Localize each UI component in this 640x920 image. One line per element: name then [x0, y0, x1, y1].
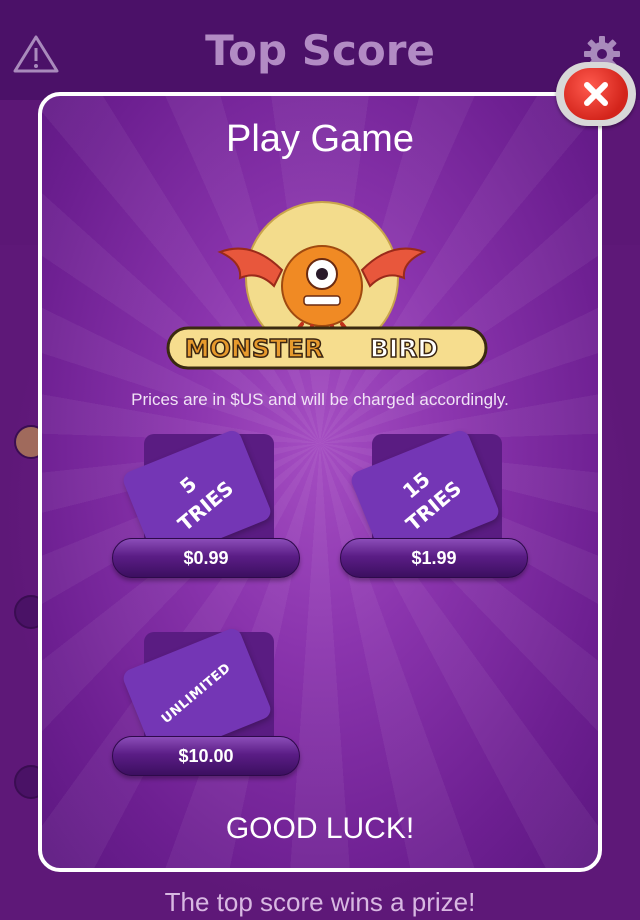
close-button[interactable] [556, 62, 636, 126]
price-button-0-99[interactable]: $0.99 [112, 538, 300, 578]
logo-text-monster: MONSTER [185, 334, 323, 363]
play-game-modal: Play Game MONSTER BIRD Prices are in $US… [38, 92, 602, 872]
package-5-tries[interactable]: 5 TRIES $0.99 [112, 427, 312, 594]
prices-note: Prices are in $US and will be charged ac… [131, 390, 509, 409]
monster-bird-logo: MONSTER BIRD [166, 201, 488, 370]
logo-text-bird: BIRD [370, 334, 438, 363]
price-button-1-99[interactable]: $1.99 [340, 538, 528, 578]
modal-title: Play Game [226, 118, 414, 160]
tries-label: UNLIMITED [159, 660, 235, 727]
close-icon [564, 68, 628, 120]
package-15-tries[interactable]: 15 TRIES $1.99 [340, 427, 540, 594]
price-button-10-00[interactable]: $10.00 [112, 736, 300, 776]
warning-icon[interactable] [12, 34, 60, 74]
package-unlimited[interactable]: UNLIMITED $10.00 [112, 625, 312, 792]
good-luck-text: GOOD LUCK! [225, 812, 415, 845]
app-title: Top Score [205, 25, 435, 75]
app-header: Top Score [0, 0, 640, 100]
app-footer-text: The top score wins a prize! [164, 887, 476, 917]
